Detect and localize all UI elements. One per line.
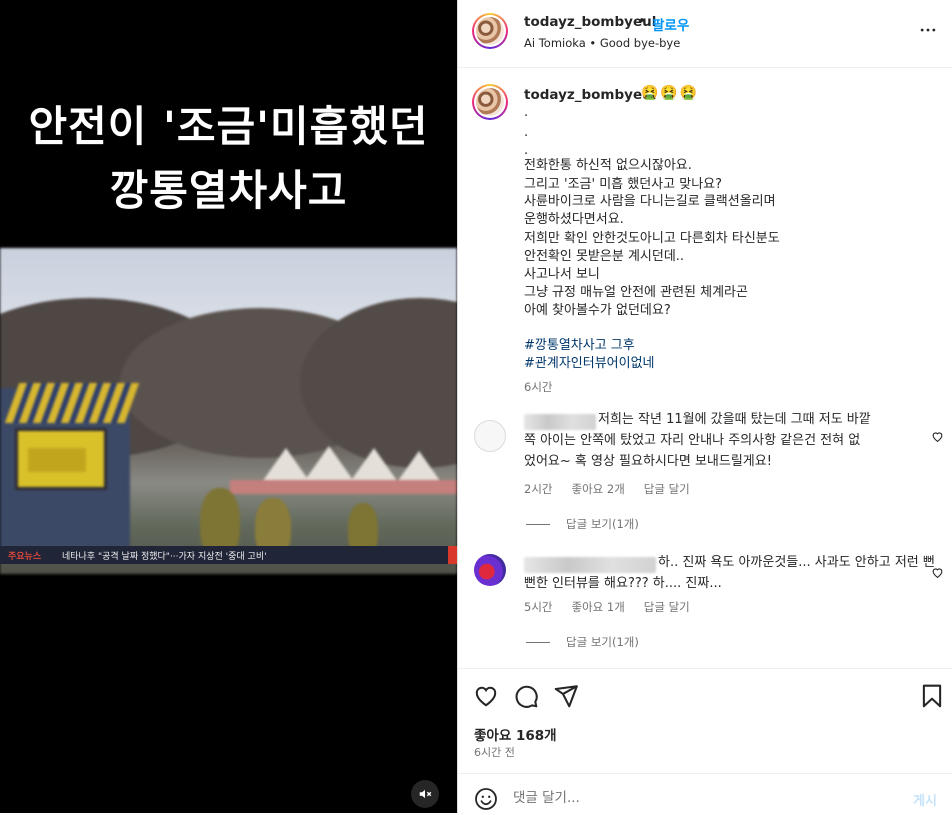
share-icon (554, 685, 578, 708)
actions-divider (458, 668, 952, 669)
view-replies-button[interactable]: 답글 보기(1개) (526, 516, 639, 532)
commenter-avatar[interactable] (474, 554, 506, 586)
hashtag-link[interactable]: #관계자인터뷰어이없네 (524, 354, 655, 375)
headline-line-2: 깡통열차사고 (109, 166, 348, 215)
more-options-button[interactable] (918, 20, 938, 40)
emoji-icon (475, 788, 497, 810)
caption-line: 운행하셨다면서요. (524, 212, 624, 227)
comment-meta: 5시간 좋아요 1개 답글 달기 (524, 599, 709, 615)
post-panel: todayz_bombyeul • 팔로우 Ai Tomioka • Good … (457, 0, 952, 813)
view-replies-label: 답글 보기(1개) (566, 517, 639, 531)
bookmark-icon (922, 684, 942, 708)
comment-meta: 2시간 좋아요 2개 답글 달기 (524, 481, 709, 497)
commenter-username-blurred[interactable] (524, 557, 656, 573)
author-username[interactable]: todayz_bombyeul (524, 14, 656, 30)
comment-timestamp: 2시간 (524, 482, 553, 496)
header-separator: • (638, 14, 646, 29)
reply-button[interactable]: 답글 달기 (644, 600, 690, 614)
muted-speaker-icon (419, 789, 432, 799)
commenter-avatar[interactable] (474, 420, 506, 452)
view-replies-label: 답글 보기(1개) (566, 635, 639, 649)
follow-button[interactable]: 팔로우 (652, 14, 689, 34)
comment-text: 뻔한 인터뷰를 해요??? 하.... 진짜... (524, 576, 722, 591)
caption-emojis: 🤮🤮🤮 (641, 85, 700, 101)
media-headline: 안전이 '조금'미흡했던 깡통열차사고 (0, 95, 457, 223)
comment-likes-count[interactable]: 좋아요 2개 (571, 482, 624, 496)
ticker-accent (448, 546, 457, 564)
comment-text: 저희는 작년 11월에 갔을때 탔는데 그때 저도 바깥 (598, 412, 871, 427)
heart-icon (475, 686, 497, 707)
reply-button[interactable]: 답글 달기 (644, 482, 690, 496)
comment-like-button[interactable] (931, 564, 944, 579)
comment-text: 하.. 진짜 욕도 아까운것들... 사과도 안하고 저런 뻔 (658, 555, 935, 570)
comment-like-button[interactable] (931, 428, 944, 443)
caption-line: 아예 찾아볼수가 없던데요? (524, 303, 671, 318)
likes-count[interactable]: 좋아요 168개 (474, 724, 557, 744)
post-comment-button[interactable]: 게시 (913, 790, 937, 809)
caption-timestamp: 6시간 (524, 380, 553, 394)
ticker-text: 네타나후 "공격 날짜 정했다"···가자 지상전 '중대 고비' (62, 552, 267, 562)
share-button[interactable] (553, 683, 579, 709)
comment-input[interactable] (513, 786, 893, 810)
caption-line: . (524, 105, 529, 120)
heart-icon (932, 568, 943, 579)
mute-button[interactable] (411, 780, 439, 808)
comment-text: 었어요~ 혹 영상 필요하시다면 보내드릴게요! (524, 454, 772, 469)
comment-box-divider (458, 773, 952, 774)
like-button[interactable] (473, 683, 499, 709)
header-divider (458, 67, 952, 68)
emoji-button[interactable] (474, 787, 498, 811)
video-frame (0, 248, 457, 574)
caption-line: 전화한통 하신적 없으시잖아요. (524, 158, 692, 173)
comment-likes-count[interactable]: 좋아요 1개 (571, 600, 624, 614)
comment-button[interactable] (513, 683, 539, 709)
audio-subtitle[interactable]: Ai Tomioka • Good bye-bye (524, 36, 680, 50)
view-replies-button[interactable]: 답글 보기(1개) (526, 634, 639, 650)
more-options-icon (920, 28, 936, 32)
commenter-username-blurred[interactable] (524, 414, 596, 430)
heart-icon (932, 432, 943, 443)
headline-line-1: 안전이 '조금'미흡했던 (28, 102, 429, 151)
save-button[interactable] (919, 683, 945, 709)
comment-timestamp: 5시간 (524, 600, 553, 614)
ticker-label: 주요뉴스 (8, 552, 42, 562)
caption-avatar[interactable] (472, 84, 508, 120)
post-timestamp: 6시간 전 (474, 746, 515, 759)
post-media[interactable]: 안전이 '조금'미흡했던 깡통열차사고 주요뉴스 네타나후 "공격 날짜 정했다… (0, 0, 457, 813)
comment-text: 쪽 아이는 안쪽에 탔었고 자리 안내나 주의사항 같은건 전혀 없 (524, 433, 861, 448)
comment-icon (515, 685, 538, 708)
caption-username[interactable]: todayz_bombyeul (524, 87, 656, 103)
author-avatar[interactable] (472, 13, 508, 49)
